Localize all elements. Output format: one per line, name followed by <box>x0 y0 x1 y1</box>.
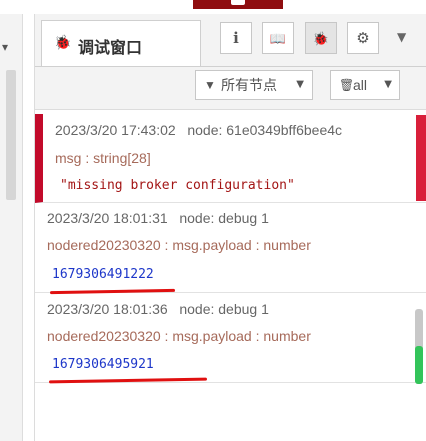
message-timestamp: 2023/3/20 17:43:02 <box>55 122 176 138</box>
debug-message[interactable]: 2023/3/20 18:01:36 node: debug 1 nodered… <box>35 293 426 383</box>
book-icon: 📖 <box>269 32 287 47</box>
message-value[interactable]: 1679306495921 <box>52 357 154 372</box>
tab-debug[interactable]: 🐞 调试窗口 <box>41 20 201 66</box>
debug-message[interactable]: 2023/3/20 17:43:02 node: 61e0349bff6bee4… <box>35 114 426 203</box>
message-value[interactable]: 1679306491222 <box>52 267 154 282</box>
editor-top-bar <box>0 0 426 14</box>
message-meta: 2023/3/20 18:01:31 node: debug 1 <box>47 210 269 226</box>
deploy-indicator <box>231 0 245 5</box>
trash-icon: 🗑 <box>339 78 355 92</box>
config-button[interactable]: ⚙ <box>347 22 379 54</box>
workspace-edge: ▾ <box>0 14 23 441</box>
gear-icon: ⚙ <box>356 29 370 47</box>
debug-message[interactable]: 2023/3/20 18:01:31 node: debug 1 nodered… <box>35 203 426 293</box>
debug-button[interactable]: 🐞 <box>305 22 337 54</box>
message-path: msg : string[28] <box>55 150 151 166</box>
chevron-down-icon: ▼ <box>296 79 304 90</box>
sidebar-menu-chevron-icon[interactable]: ▼ <box>397 30 406 44</box>
filter-label: 所有节点 <box>221 77 277 93</box>
message-node[interactable]: node: 61e0349bff6bee4c <box>187 122 342 138</box>
scroll-position-indicator <box>415 346 423 384</box>
messages-scrollbar[interactable] <box>415 309 423 384</box>
help-button[interactable]: 📖 <box>262 22 294 54</box>
workspace-scrollbar[interactable] <box>6 70 16 200</box>
sidebar-resize-gutter[interactable] <box>23 14 34 441</box>
bug-icon: 🐞 <box>54 34 72 50</box>
message-meta: 2023/3/20 17:43:02 node: 61e0349bff6bee4… <box>55 122 342 138</box>
tab-title: 调试窗口 <box>78 40 143 57</box>
chevron-down-icon: ▼ <box>384 79 392 90</box>
message-path: nodered20230320 : msg.payload : number <box>47 237 311 253</box>
chevron-down-icon[interactable]: ▾ <box>2 40 8 54</box>
message-timestamp: 2023/3/20 18:01:31 <box>47 210 168 226</box>
info-icon: i <box>233 29 239 47</box>
clear-label: all <box>353 77 368 93</box>
info-button[interactable]: i <box>220 22 252 54</box>
filter-icon: ▼ <box>204 78 216 92</box>
message-path: nodered20230320 : msg.payload : number <box>47 328 311 344</box>
sidebar-header: 🐞 调试窗口 i 📖 🐞 ⚙ ▼ <box>35 14 426 67</box>
node-filter-select[interactable]: ▼ 所有节点 ▼ <box>195 70 313 100</box>
deploy-tab[interactable] <box>193 0 283 9</box>
message-value[interactable]: "missing broker configuration" <box>60 178 295 193</box>
error-indicator <box>416 115 426 201</box>
message-node[interactable]: node: debug 1 <box>179 210 269 226</box>
message-meta: 2023/3/20 18:01:36 node: debug 1 <box>47 301 269 317</box>
clear-messages-button[interactable]: 🗑 all ▼ <box>330 70 400 100</box>
bug-icon: 🐞 <box>312 32 330 47</box>
debug-sidebar: 🐞 调试窗口 i 📖 🐞 ⚙ ▼ ▼ 所有节点 ▼ 🗑 all ▼ 2023/3… <box>34 14 426 441</box>
message-timestamp: 2023/3/20 18:01:36 <box>47 301 168 317</box>
message-node[interactable]: node: debug 1 <box>179 301 269 317</box>
